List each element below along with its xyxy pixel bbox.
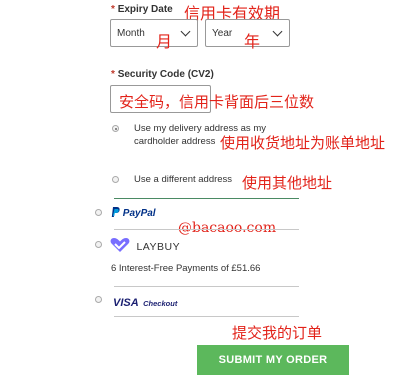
- laybuy-logo: LAYBUY: [110, 237, 180, 255]
- different-address-annotation: 使用其他地址: [242, 174, 333, 192]
- different-address-label: Use a different address: [134, 174, 233, 185]
- divider: [114, 229, 299, 230]
- watermark: @bacaoo.com: [178, 220, 277, 236]
- required-mark: *: [111, 4, 115, 15]
- submit-annotation: 提交我的订单: [232, 324, 323, 342]
- month-annotation: 月: [156, 32, 173, 51]
- payment-section-divider: [114, 198, 299, 199]
- year-annotation: 年: [244, 32, 261, 51]
- radio-different-address[interactable]: [112, 176, 119, 183]
- security-code-label: * Security Code (CV2): [111, 69, 214, 80]
- year-select-value: Year: [212, 28, 233, 39]
- security-annotation: 安全码，信用卡背面后三位数: [119, 93, 315, 111]
- visa-checkout-text: Checkout: [143, 299, 178, 308]
- divider: [114, 316, 299, 317]
- security-code-text: Security Code (CV2): [117, 69, 214, 80]
- divider: [114, 286, 299, 287]
- laybuy-heart-icon: [110, 238, 130, 252]
- laybuy-info: 6 Interest-Free Payments of £51.66: [111, 263, 261, 274]
- month-select-value: Month: [117, 28, 145, 39]
- radio-laybuy[interactable]: [95, 241, 102, 248]
- chevron-down-icon: [180, 26, 191, 37]
- expiry-date-label: * Expiry Date: [111, 4, 173, 15]
- radio-paypal[interactable]: [95, 209, 102, 216]
- paypal-logo: PayPal: [111, 207, 156, 219]
- month-select[interactable]: Month: [110, 19, 198, 47]
- paypal-text: PayPal: [122, 208, 156, 219]
- submit-order-button[interactable]: SUBMIT MY ORDER: [197, 345, 349, 375]
- radio-delivery-address[interactable]: [112, 125, 119, 132]
- paypal-icon: [111, 207, 120, 217]
- laybuy-brand: LAYBUY: [136, 241, 181, 253]
- required-mark: *: [111, 69, 115, 80]
- chevron-down-icon: [272, 26, 283, 37]
- visa-brand: VISA: [113, 297, 139, 309]
- visa-checkout-logo: VISA Checkout: [113, 293, 177, 311]
- expiry-date-text: Expiry Date: [117, 4, 173, 15]
- radio-visa-checkout[interactable]: [95, 296, 102, 303]
- delivery-address-annotation: 使用收货地址为账单地址: [220, 134, 386, 152]
